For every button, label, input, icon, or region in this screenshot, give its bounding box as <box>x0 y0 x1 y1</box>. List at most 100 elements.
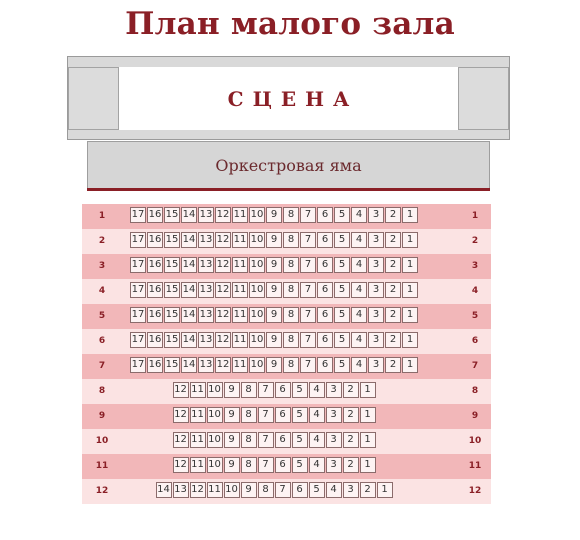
seat[interactable]: 6 <box>274 407 291 423</box>
seat[interactable]: 4 <box>308 407 325 423</box>
seat[interactable]: 7 <box>257 432 274 448</box>
seat[interactable]: 5 <box>291 407 308 423</box>
seat[interactable]: 9 <box>223 432 240 448</box>
seat[interactable]: 10 <box>249 257 265 273</box>
seat[interactable]: 6 <box>317 232 333 248</box>
seat[interactable]: 9 <box>223 457 240 473</box>
seat[interactable]: 16 <box>147 257 163 273</box>
seat[interactable]: 4 <box>308 457 325 473</box>
seat[interactable]: 7 <box>300 232 316 248</box>
seat[interactable]: 13 <box>198 207 214 223</box>
seat[interactable]: 4 <box>351 207 367 223</box>
seat[interactable]: 5 <box>334 332 350 348</box>
seat[interactable]: 2 <box>342 457 359 473</box>
seat[interactable]: 5 <box>334 232 350 248</box>
seat[interactable]: 10 <box>206 432 223 448</box>
seat[interactable]: 5 <box>308 482 325 498</box>
seat[interactable]: 15 <box>164 332 180 348</box>
seat[interactable]: 7 <box>300 207 316 223</box>
seat[interactable]: 8 <box>240 407 257 423</box>
seat[interactable]: 4 <box>351 357 367 373</box>
seat[interactable]: 11 <box>189 457 206 473</box>
seat[interactable]: 2 <box>385 257 401 273</box>
seat[interactable]: 9 <box>266 332 282 348</box>
seat[interactable]: 17 <box>130 332 146 348</box>
seat[interactable]: 8 <box>283 207 299 223</box>
seat[interactable]: 1 <box>402 357 418 373</box>
seat[interactable]: 3 <box>368 332 384 348</box>
seat[interactable]: 1 <box>402 257 418 273</box>
seat[interactable]: 13 <box>198 232 214 248</box>
seat[interactable]: 12 <box>172 457 189 473</box>
seat[interactable]: 6 <box>317 207 333 223</box>
seat[interactable]: 16 <box>147 282 163 298</box>
seat[interactable]: 15 <box>164 307 180 323</box>
seat[interactable]: 7 <box>257 457 274 473</box>
seat[interactable]: 13 <box>172 482 189 498</box>
seat[interactable]: 12 <box>215 232 231 248</box>
seat[interactable]: 9 <box>266 282 282 298</box>
seat[interactable]: 5 <box>334 207 350 223</box>
seat[interactable]: 17 <box>130 207 146 223</box>
seat[interactable]: 5 <box>334 257 350 273</box>
seat[interactable]: 4 <box>351 307 367 323</box>
seat[interactable]: 6 <box>291 482 308 498</box>
seat[interactable]: 1 <box>402 232 418 248</box>
seat[interactable]: 2 <box>342 382 359 398</box>
seat[interactable]: 3 <box>368 307 384 323</box>
seat[interactable]: 7 <box>257 382 274 398</box>
seat[interactable]: 13 <box>198 257 214 273</box>
seat[interactable]: 9 <box>266 232 282 248</box>
seat[interactable]: 8 <box>240 457 257 473</box>
seat[interactable]: 6 <box>317 307 333 323</box>
seat[interactable]: 11 <box>232 357 248 373</box>
seat[interactable]: 8 <box>283 282 299 298</box>
seat[interactable]: 11 <box>232 207 248 223</box>
seat[interactable]: 7 <box>274 482 291 498</box>
seat[interactable]: 2 <box>385 307 401 323</box>
seat[interactable]: 10 <box>223 482 240 498</box>
seat[interactable]: 11 <box>189 432 206 448</box>
seat[interactable]: 14 <box>181 232 197 248</box>
seat[interactable]: 14 <box>181 357 197 373</box>
seat[interactable]: 12 <box>215 357 231 373</box>
seat[interactable]: 2 <box>342 432 359 448</box>
seat[interactable]: 9 <box>266 357 282 373</box>
seat[interactable]: 8 <box>283 257 299 273</box>
seat[interactable]: 13 <box>198 357 214 373</box>
seat[interactable]: 1 <box>402 282 418 298</box>
seat[interactable]: 5 <box>334 282 350 298</box>
seat[interactable]: 1 <box>359 407 376 423</box>
seat[interactable]: 15 <box>164 232 180 248</box>
seat[interactable]: 4 <box>351 332 367 348</box>
seat[interactable]: 13 <box>198 332 214 348</box>
seat[interactable]: 4 <box>351 257 367 273</box>
seat[interactable]: 2 <box>385 232 401 248</box>
seat[interactable]: 7 <box>257 407 274 423</box>
seat[interactable]: 8 <box>283 357 299 373</box>
seat[interactable]: 8 <box>283 332 299 348</box>
seat[interactable]: 12 <box>215 207 231 223</box>
seat[interactable]: 11 <box>232 232 248 248</box>
seat[interactable]: 8 <box>240 382 257 398</box>
seat[interactable]: 6 <box>317 257 333 273</box>
seat[interactable]: 6 <box>274 432 291 448</box>
seat[interactable]: 5 <box>334 307 350 323</box>
seat[interactable]: 8 <box>283 307 299 323</box>
seat[interactable]: 15 <box>164 207 180 223</box>
seat[interactable]: 7 <box>300 307 316 323</box>
seat[interactable]: 2 <box>385 332 401 348</box>
seat[interactable]: 9 <box>223 407 240 423</box>
seat[interactable]: 2 <box>359 482 376 498</box>
seat[interactable]: 10 <box>206 407 223 423</box>
seat[interactable]: 5 <box>291 457 308 473</box>
seat[interactable]: 10 <box>249 357 265 373</box>
seat[interactable]: 17 <box>130 307 146 323</box>
seat[interactable]: 16 <box>147 357 163 373</box>
seat[interactable]: 1 <box>402 307 418 323</box>
seat[interactable]: 5 <box>291 382 308 398</box>
seat[interactable]: 10 <box>206 382 223 398</box>
seat[interactable]: 2 <box>385 282 401 298</box>
seat[interactable]: 9 <box>266 257 282 273</box>
seat[interactable]: 3 <box>325 457 342 473</box>
